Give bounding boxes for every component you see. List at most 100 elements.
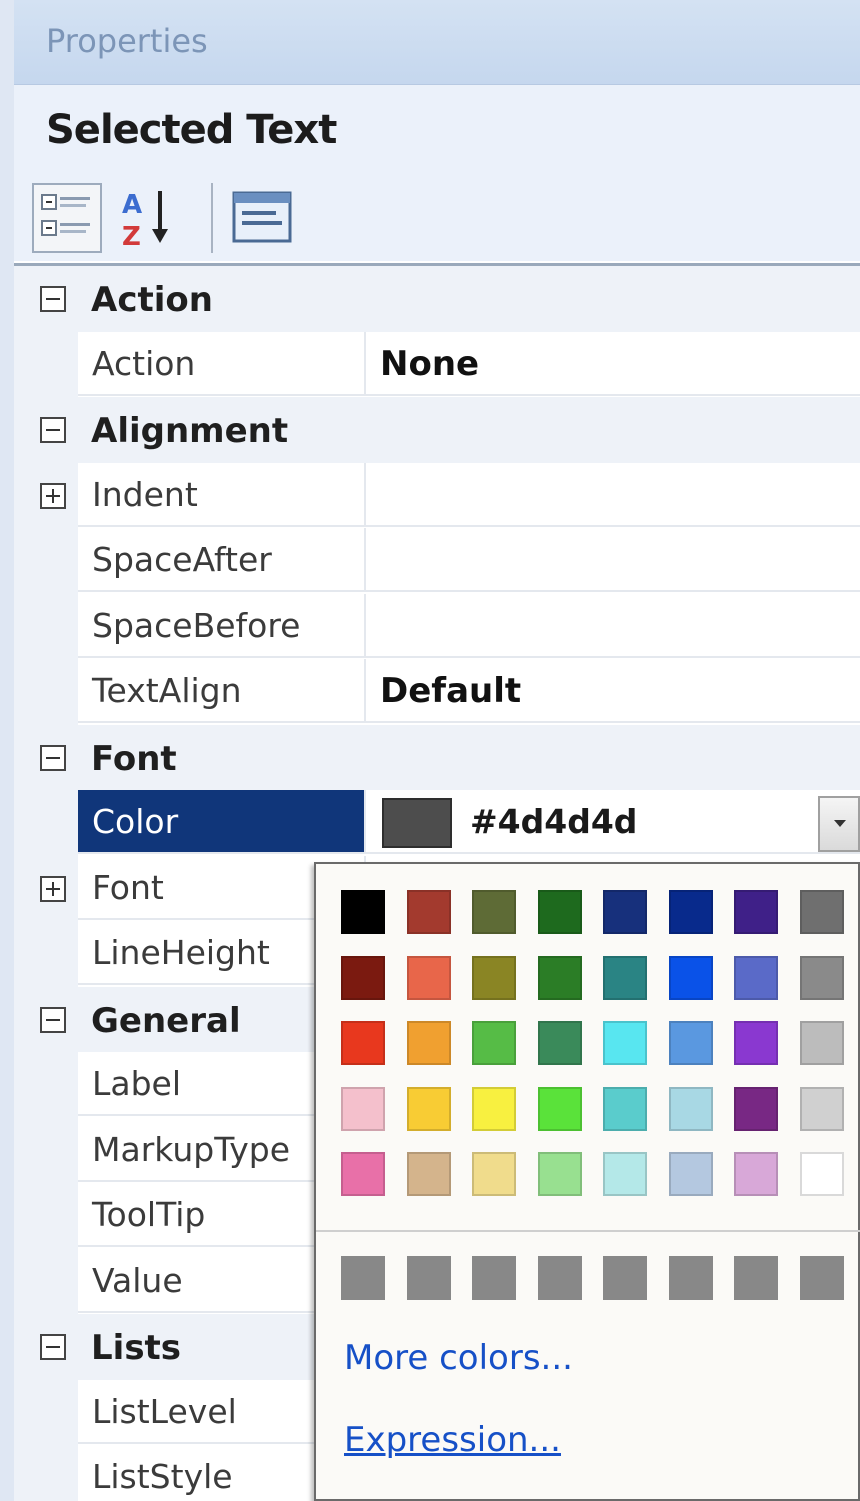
category-row[interactable]: Font [14, 724, 860, 792]
color-swatch[interactable] [668, 890, 713, 934]
collapse-icon[interactable] [40, 1334, 66, 1360]
row-gutter [14, 790, 78, 856]
color-swatch[interactable] [734, 955, 778, 1000]
alphabetical-button[interactable]: A Z [114, 183, 184, 253]
color-swatch[interactable] [406, 890, 451, 934]
property-row[interactable]: Indent [14, 462, 860, 529]
property-row[interactable]: SpaceBefore [14, 593, 860, 660]
color-swatch[interactable] [734, 1086, 778, 1131]
color-swatch[interactable] [537, 1086, 582, 1131]
property-value[interactable]: #4d4d4d [366, 790, 860, 854]
color-swatch[interactable] [668, 1152, 713, 1196]
property-value[interactable]: None [366, 331, 860, 396]
recent-color-swatch[interactable] [341, 1256, 385, 1300]
recent-color-swatch[interactable] [799, 1256, 844, 1300]
properties-window: Properties Selected Text A Z Action Acti… [0, 0, 860, 1501]
row-gutter [14, 921, 78, 987]
selection-panel: Selected Text A Z [14, 85, 860, 261]
categorized-button[interactable] [32, 183, 102, 253]
expand-icon[interactable] [40, 482, 66, 509]
color-swatch[interactable] [799, 890, 844, 934]
color-swatch[interactable] [603, 1152, 647, 1196]
property-value[interactable] [366, 593, 860, 658]
row-gutter [14, 1248, 78, 1315]
color-swatch[interactable] [472, 1021, 516, 1065]
property-row[interactable]: Action None [14, 331, 860, 398]
collapse-icon[interactable] [40, 1006, 66, 1033]
color-swatch[interactable] [668, 1086, 713, 1131]
property-label: Action [78, 331, 366, 396]
color-swatch[interactable] [341, 890, 385, 934]
row-gutter [14, 593, 78, 660]
category-label: Lists [91, 1328, 182, 1368]
recent-color-swatch[interactable] [537, 1256, 582, 1300]
color-swatch[interactable] [799, 955, 844, 1000]
category-label: General [91, 1000, 241, 1041]
recent-color-swatch[interactable] [406, 1256, 451, 1300]
recent-color-swatch[interactable] [734, 1256, 778, 1300]
color-swatch[interactable] [799, 1152, 844, 1196]
collapse-icon[interactable] [40, 744, 66, 771]
more-colors-link[interactable]: More colors... [344, 1338, 573, 1378]
property-value[interactable] [366, 528, 860, 592]
color-swatch[interactable] [472, 890, 516, 934]
category-label: Alignment [91, 411, 289, 451]
expand-icon[interactable] [40, 875, 66, 902]
property-value[interactable]: Default [366, 659, 860, 723]
property-label: Color [78, 790, 366, 854]
expression-link[interactable]: Expression... [344, 1420, 561, 1460]
color-swatch[interactable] [472, 1086, 516, 1131]
color-dropdown-button[interactable] [818, 796, 860, 852]
property-pages-icon [232, 191, 292, 243]
color-swatch[interactable] [603, 890, 647, 934]
color-swatch[interactable] [537, 1152, 582, 1196]
color-swatch[interactable] [799, 1021, 844, 1065]
color-swatch[interactable] [406, 1021, 451, 1065]
property-label: SpaceAfter [78, 528, 366, 592]
property-value[interactable] [366, 462, 860, 527]
color-swatch[interactable] [472, 955, 516, 1000]
color-swatch[interactable] [734, 1152, 778, 1196]
color-swatch[interactable] [341, 1021, 385, 1065]
svg-text:A: A [122, 190, 142, 220]
color-swatch[interactable] [603, 1021, 647, 1065]
row-gutter [14, 1052, 78, 1118]
collapse-icon[interactable] [40, 286, 66, 312]
color-value-text[interactable]: #4d4d4d [470, 790, 637, 854]
collapse-icon[interactable] [40, 417, 66, 443]
row-gutter [14, 528, 78, 594]
color-swatch[interactable] [734, 890, 778, 934]
recent-color-swatch[interactable] [472, 1256, 516, 1300]
category-row[interactable]: Action [14, 266, 860, 333]
color-swatch[interactable] [341, 955, 385, 1000]
color-swatch[interactable] [537, 890, 582, 934]
row-gutter [14, 1379, 78, 1446]
color-swatch[interactable] [406, 1152, 451, 1196]
row-gutter [14, 1117, 78, 1184]
property-row[interactable]: SpaceAfter [14, 528, 860, 594]
color-swatch[interactable] [406, 955, 451, 1000]
color-swatch[interactable] [341, 1086, 385, 1131]
color-swatch[interactable] [537, 955, 582, 1000]
color-swatch[interactable] [668, 955, 713, 1000]
color-swatch[interactable] [341, 1152, 385, 1196]
properties-title: Properties [46, 22, 208, 60]
category-row[interactable]: Alignment [14, 397, 860, 464]
color-swatch[interactable] [799, 1086, 844, 1131]
color-picker-popup: More colors... Expression... [314, 862, 860, 1501]
property-row[interactable]: Color #4d4d4d [14, 790, 860, 856]
recent-color-swatch[interactable] [603, 1256, 647, 1300]
property-pages-button[interactable] [228, 183, 298, 253]
color-swatch[interactable] [406, 1086, 451, 1131]
color-swatch[interactable] [734, 1021, 778, 1065]
svg-text:Z: Z [122, 222, 141, 252]
color-swatch[interactable] [668, 1021, 713, 1065]
row-gutter [14, 659, 78, 725]
color-swatch[interactable] [603, 955, 647, 1000]
color-swatch[interactable] [537, 1021, 582, 1065]
recent-color-swatch[interactable] [668, 1256, 713, 1300]
color-swatch[interactable] [603, 1086, 647, 1131]
color-swatch[interactable] [472, 1152, 516, 1196]
property-row[interactable]: TextAlign Default [14, 659, 860, 725]
row-gutter [14, 331, 78, 398]
